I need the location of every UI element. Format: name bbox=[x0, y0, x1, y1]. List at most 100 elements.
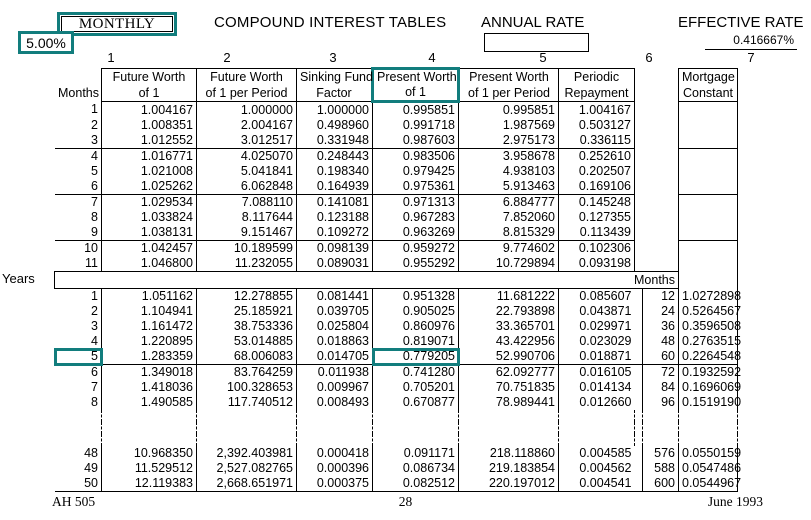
cell-col-3: 0.498960 bbox=[296, 118, 373, 133]
cell-col-7 bbox=[678, 240, 738, 256]
cell-col-4: 0.905025 bbox=[372, 304, 459, 319]
years-section-label: Years bbox=[2, 270, 35, 286]
gap-col-header1 bbox=[635, 69, 643, 86]
gap-cell-col-2 bbox=[196, 410, 297, 422]
header-col-1-line2: of 1 bbox=[101, 85, 197, 102]
cell-col-5: 218.118860 bbox=[458, 446, 559, 461]
cell-col-5: 220.197012 bbox=[458, 476, 559, 492]
gap-cell bbox=[635, 225, 643, 241]
column-number-3: 3 bbox=[329, 50, 337, 65]
row-index[interactable]: 5 bbox=[53, 348, 103, 366]
header-col-7-line2: Constant bbox=[678, 85, 738, 102]
cell-col-2: 100.328653 bbox=[196, 380, 297, 395]
cell-col-6: 0.127355 bbox=[558, 210, 635, 225]
table-body: Future Worth Future Worth Sinking Fund P… bbox=[53, 67, 741, 492]
gap-cell bbox=[635, 164, 643, 179]
cell-col-1: 1.046800 bbox=[101, 256, 197, 272]
gap-cell bbox=[635, 461, 643, 476]
row-index: 6 bbox=[54, 179, 102, 195]
gap-cell bbox=[635, 446, 643, 461]
table-row: 7 1.418036 100.328653 0.009967 0.705201 70.75… bbox=[54, 380, 741, 395]
gap-cell bbox=[635, 118, 643, 133]
cell-col-1: 1.021008 bbox=[101, 164, 197, 179]
cell-col-5: 3.958678 bbox=[458, 148, 559, 164]
cell-col-4: 0.091171 bbox=[372, 446, 459, 461]
months-col-header2 bbox=[643, 85, 679, 102]
cell-col-1: 12.119383 bbox=[101, 476, 197, 492]
months-subheading: Months bbox=[54, 271, 679, 289]
cell-col-5: 0.995851 bbox=[458, 101, 559, 118]
frequency-badge[interactable]: MONTHLY bbox=[57, 12, 177, 36]
cell-col-1: 1.008351 bbox=[101, 118, 197, 133]
gap-spacer bbox=[635, 422, 643, 434]
column-number-strip: 1 2 3 4 5 6 7 bbox=[0, 50, 811, 67]
header-col-4-line1[interactable]: Present Worth bbox=[371, 67, 460, 85]
cell-col-6: 0.029971 bbox=[558, 319, 635, 334]
cell-col-1: 1.283359 bbox=[101, 349, 197, 365]
row-index: 11 bbox=[54, 256, 102, 272]
gap-cell bbox=[635, 319, 643, 334]
row-index: 4 bbox=[54, 148, 102, 164]
cell-col-2: 7.088110 bbox=[196, 194, 297, 210]
row-index: 10 bbox=[54, 240, 102, 256]
gap-cell bbox=[635, 365, 643, 381]
row-index: 48 bbox=[54, 446, 102, 461]
column-number-1: 1 bbox=[107, 50, 115, 65]
table-row: 11 1.046800 11.232055 0.089031 0.955292 10.72… bbox=[54, 256, 738, 272]
cell-col-4: 0.086734 bbox=[372, 461, 459, 476]
row-index: 3 bbox=[54, 319, 102, 334]
row-label-header-blank bbox=[55, 69, 102, 86]
cell-col-4: 0.979425 bbox=[372, 164, 459, 179]
months-cell bbox=[643, 179, 679, 195]
cell-col-6: 0.023029 bbox=[558, 334, 635, 349]
months-cell: 96 bbox=[642, 395, 679, 410]
gap-cell-col-6 bbox=[558, 410, 635, 422]
months-cell bbox=[643, 241, 679, 257]
header-col-2-line1: Future Worth bbox=[196, 68, 297, 85]
gap-cell-col-3 bbox=[296, 434, 373, 446]
cell-col-7: 0.1519190 bbox=[678, 395, 741, 410]
cell-col-1: 1.490585 bbox=[101, 395, 197, 410]
cell-col-3: 0.331948 bbox=[296, 133, 373, 149]
page-title: COMPOUND INTEREST TABLES bbox=[214, 14, 447, 31]
cell-col-5: 219.183854 bbox=[458, 461, 559, 476]
gap-cell bbox=[635, 256, 643, 272]
cell-col-2: 53.014885 bbox=[196, 334, 297, 349]
gap-cell-col-7 bbox=[678, 410, 738, 422]
gap-cell-col-4 bbox=[372, 410, 459, 422]
table-row: 6 1.025262 6.062848 0.164939 0.975361 5.91346… bbox=[54, 179, 738, 195]
months-cell: 12 bbox=[642, 288, 679, 304]
cell-col-4: 0.082512 bbox=[372, 476, 459, 492]
row-index: 3 bbox=[54, 133, 102, 149]
cell-col-7 bbox=[678, 148, 738, 164]
gap-cell bbox=[635, 241, 643, 257]
cell-col-3: 0.018863 bbox=[296, 334, 373, 349]
months-cell bbox=[643, 195, 679, 211]
cell-col-3: 0.164939 bbox=[296, 179, 373, 195]
cell-col-2: 3.012517 bbox=[196, 133, 297, 149]
cell-col-4: 0.955292 bbox=[372, 256, 459, 272]
header-col-3-line1: Sinking Fund bbox=[296, 68, 373, 85]
column-number-5: 5 bbox=[539, 50, 547, 65]
cell-col-7: 0.0544967 bbox=[678, 476, 741, 492]
cell-col-7 bbox=[678, 194, 738, 210]
cell-col-4[interactable]: 0.779205 bbox=[371, 348, 460, 366]
gap-cell-col-6 bbox=[558, 434, 635, 446]
cell-col-6: 0.043871 bbox=[558, 304, 635, 319]
cell-col-1: 1.029534 bbox=[101, 194, 197, 210]
table-row: 4 1.016771 4.025070 0.248443 0.983506 3.95867… bbox=[54, 148, 738, 164]
cell-col-2: 1.000000 bbox=[196, 101, 297, 118]
gap-cell-col-1 bbox=[101, 422, 197, 434]
ellipsis-gap-row bbox=[54, 434, 738, 446]
footer-date: June 1993 bbox=[707, 494, 763, 509]
table-row: 3 1.161472 38.753336 0.025804 0.860976 33.365… bbox=[54, 319, 741, 334]
cell-col-2: 9.151467 bbox=[196, 225, 297, 241]
cell-col-3: 0.000375 bbox=[296, 476, 373, 492]
header-col-6-line2: Repayment bbox=[558, 85, 635, 102]
cell-col-7 bbox=[678, 225, 738, 241]
months-cell bbox=[643, 210, 679, 225]
header-col-4-line2[interactable]: of 1 bbox=[371, 85, 460, 103]
cell-col-5: 43.422956 bbox=[458, 334, 559, 349]
gap-spacer bbox=[635, 410, 643, 422]
cell-col-4: 0.819071 bbox=[372, 334, 459, 349]
